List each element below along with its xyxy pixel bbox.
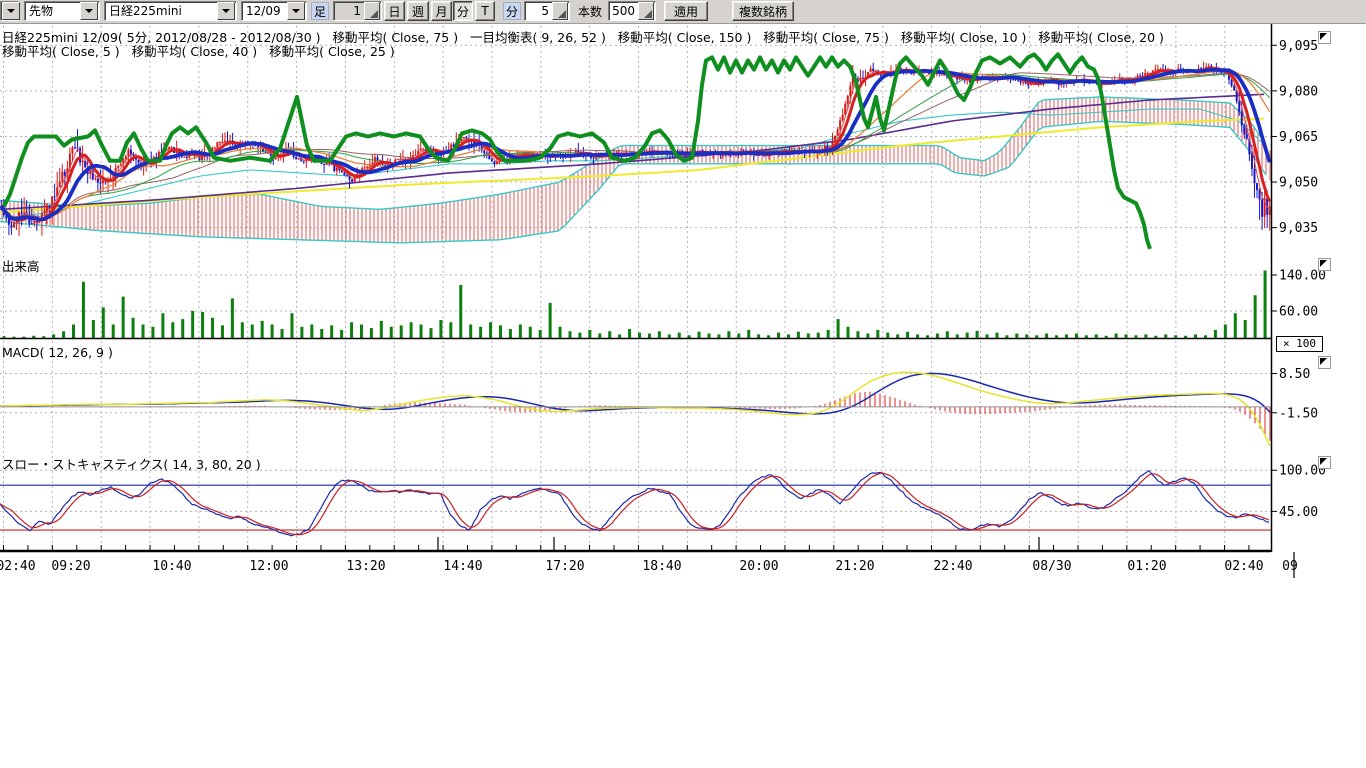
bars-label: 本数 <box>578 1 602 21</box>
macd-panel-label: MACD( 12, 26, 9 ) <box>2 345 113 360</box>
period-weekly-button[interactable]: 週 <box>407 1 429 21</box>
price-panel <box>0 54 1271 249</box>
time-axis-label: 12:00 <box>249 559 288 574</box>
volume-panel <box>3 271 1267 339</box>
time-axis-label: 13:20 <box>346 559 385 574</box>
spinner-icon[interactable] <box>364 2 380 20</box>
price-axis-label: 9,050 <box>1279 176 1318 191</box>
time-axis-label: 08/30 <box>1032 559 1071 574</box>
resize-nw-icon <box>1320 260 1327 267</box>
bars-value: 500 <box>609 2 637 20</box>
time-axis-label: 02:40 <box>1224 559 1263 574</box>
time-axis-label: 09 <box>1282 559 1298 574</box>
time-axis-label: 02:40 <box>0 559 36 574</box>
resize-nw-icon <box>1320 458 1327 465</box>
ashi-label: 足 <box>311 2 329 20</box>
time-axis-label: 10:40 <box>152 559 191 574</box>
price-axis-label: 9,035 <box>1279 221 1318 236</box>
time-axis-label: 17:20 <box>545 559 584 574</box>
volume-panel-scale-button[interactable] <box>1318 258 1331 271</box>
ashi-interval-value: 1 <box>334 2 363 20</box>
spinner-icon[interactable] <box>638 2 654 20</box>
period-tick-button[interactable]: T <box>475 1 495 21</box>
stochastics-panel <box>0 471 1271 536</box>
price-axis-label: 9,065 <box>1279 130 1318 145</box>
chart-region: 9,0959,0809,0659,0509,035140.0060.008.50… <box>0 24 1366 768</box>
chevron-down-icon[interactable] <box>80 2 98 20</box>
scale-multiplier-box: × 100 <box>1276 336 1323 352</box>
chevron-down-icon[interactable] <box>2 2 20 20</box>
resize-nw-icon <box>1320 33 1327 40</box>
chevron-down-icon[interactable] <box>217 2 235 20</box>
minute-value: 5 <box>525 2 551 20</box>
partial-combo-fragment[interactable] <box>0 1 19 21</box>
period-monthly-button[interactable]: 月 <box>431 1 452 21</box>
stoch-axis-label: 45.00 <box>1279 505 1318 520</box>
instrument-type-value: 先物 <box>25 2 79 20</box>
ichimoku-cloud-hatch <box>2 97 1270 243</box>
volume-panel-label: 出来高 <box>2 256 40 275</box>
instrument-value: 日経225mini <box>105 2 216 20</box>
multi-symbol-button[interactable]: 複数銘柄 <box>732 1 794 21</box>
contract-month-select[interactable]: 12/09 <box>241 1 307 21</box>
time-axis-label: 09:20 <box>51 559 90 574</box>
instrument-type-select[interactable]: 先物 <box>24 1 100 21</box>
price-axis-label: 9,080 <box>1279 84 1318 99</box>
stoch-panel-scale-button[interactable] <box>1318 456 1331 469</box>
time-axis-label: 22:40 <box>933 559 972 574</box>
charting-app: 先物 日経225mini 12/09 足 1 日 週 月 分 T 分 5 本数 … <box>0 0 1366 768</box>
price-panel-scale-button[interactable] <box>1318 31 1331 44</box>
time-axis-label: 14:40 <box>443 559 482 574</box>
minute-stepper[interactable]: 5 <box>524 1 570 21</box>
apply-button[interactable]: 適用 <box>664 1 708 21</box>
candle-wicks <box>1 62 1269 236</box>
ashi-interval-stepper[interactable]: 1 <box>333 1 382 21</box>
period-daily-button[interactable]: 日 <box>384 1 405 21</box>
spinner-icon[interactable] <box>552 2 568 20</box>
bars-stepper[interactable]: 500 <box>608 1 656 21</box>
stoch-panel-label: スロー・ストキャスティクス( 14, 3, 80, 20 ) <box>2 454 261 473</box>
macd-axis-label: -1.50 <box>1279 406 1318 421</box>
macd-panel <box>0 372 1270 446</box>
resize-nw-icon <box>1320 358 1327 365</box>
macd-panel-scale-button[interactable] <box>1318 356 1331 369</box>
chart-legend-line2: 移動平均( Close, 5 ) 移動平均( Close, 40 ) 移動平均(… <box>2 41 395 60</box>
chevron-down-icon[interactable] <box>287 2 305 20</box>
time-axis-label: 18:40 <box>642 559 681 574</box>
price-axis-label: 9,095 <box>1279 39 1318 54</box>
period-minute-button[interactable]: 分 <box>453 1 473 21</box>
toolbar: 先物 日経225mini 12/09 足 1 日 週 月 分 T 分 5 本数 … <box>0 0 1366 24</box>
candle-bodies <box>0 66 1270 228</box>
macd-axis-label: 8.50 <box>1279 367 1310 382</box>
time-axis-label: 01:20 <box>1127 559 1166 574</box>
time-axis-label: 20:00 <box>739 559 778 574</box>
volume-axis-label: 60.00 <box>1279 305 1318 320</box>
contract-month-value: 12/09 <box>242 2 286 20</box>
minute-label: 分 <box>503 2 521 20</box>
instrument-select[interactable]: 日経225mini <box>104 1 237 21</box>
plot-svg: 9,0959,0809,0659,0509,035140.0060.008.50… <box>0 24 1366 768</box>
time-axis-label: 21:20 <box>835 559 874 574</box>
